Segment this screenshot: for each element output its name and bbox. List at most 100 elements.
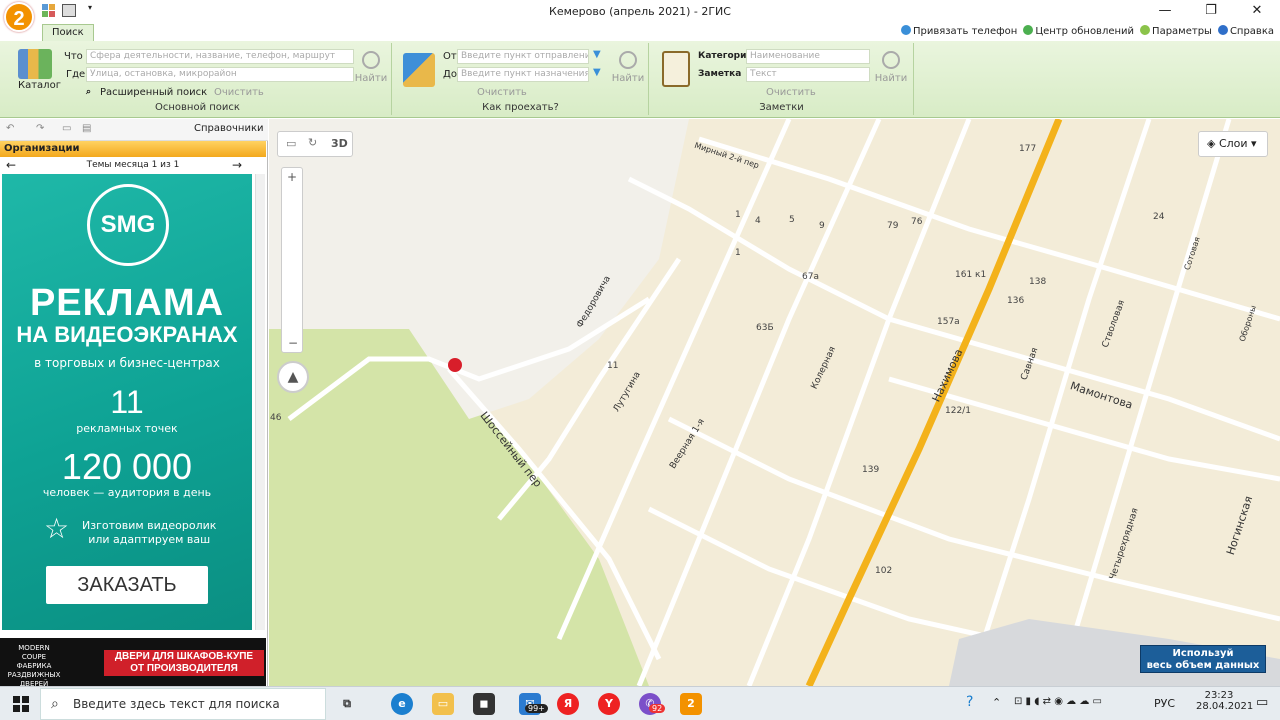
house-number: 122/1 bbox=[945, 406, 971, 416]
zoom-slider[interactable]: + − bbox=[281, 167, 303, 353]
2gis-taskbar-icon[interactable]: 2 bbox=[680, 693, 702, 715]
note-input[interactable]: Текст bbox=[746, 67, 870, 82]
print-list-icon[interactable]: ▤ bbox=[82, 123, 91, 134]
find-button-label: Найти bbox=[354, 73, 388, 84]
ad-num1: 11 bbox=[110, 384, 144, 420]
where-input[interactable]: Улица, остановка, микрорайон bbox=[86, 67, 354, 82]
sidebar-scrollbar[interactable] bbox=[255, 174, 265, 630]
banner-sub: ОТ ПРОИЗВОДИТЕЛЯ bbox=[130, 663, 238, 674]
ruler-icon[interactable]: ▭ bbox=[286, 137, 296, 150]
notifications-icon[interactable]: ▭ bbox=[1256, 695, 1268, 710]
zoom-out-icon[interactable]: − bbox=[288, 336, 298, 350]
clock-time: 23:23 bbox=[1204, 690, 1234, 701]
order-button[interactable]: ЗАКАЗАТЬ bbox=[46, 566, 208, 604]
notes-find-button[interactable]: Найти bbox=[874, 51, 908, 84]
location-marker bbox=[448, 358, 462, 372]
mail-badge: 99+ bbox=[525, 704, 548, 713]
zoom-in-icon[interactable]: + bbox=[287, 170, 297, 184]
map-view[interactable]: ▭ ↻ 3D + − ▲ ◈ Слои ▾ Используй весь объе… bbox=[269, 119, 1280, 686]
store-icon[interactable]: ◼ bbox=[473, 693, 495, 715]
promo-button[interactable]: Используй весь объем данных bbox=[1140, 645, 1266, 673]
search-icon bbox=[882, 51, 900, 69]
link-update-center-label: Центр обновлений bbox=[1035, 26, 1135, 37]
refresh-icon bbox=[1023, 25, 1034, 35]
house-number: 11 bbox=[607, 361, 619, 371]
close-button[interactable]: ✕ bbox=[1234, 0, 1280, 24]
ad-num2: 120 000 bbox=[61, 446, 193, 487]
windows-start-icon[interactable] bbox=[13, 696, 29, 712]
tray-up-icon[interactable]: ⌃ bbox=[992, 696, 1001, 709]
layers-label: Слои bbox=[1218, 137, 1248, 150]
notes-icon[interactable] bbox=[662, 51, 690, 87]
what-label: Что bbox=[64, 51, 83, 62]
tray-icons[interactable]: ⊡ ▮ ◖ ⇄ ◉ ☁ ☁ ▭ bbox=[1014, 696, 1102, 707]
search-icon bbox=[619, 51, 637, 69]
title-bar: 2 ▾ Кемерово (апрель 2021) - 2ГИС — ❐ ✕ bbox=[0, 0, 1280, 32]
layers-button[interactable]: ◈ Слои ▾ bbox=[1198, 131, 1268, 157]
sidebar: ↶ ↷ ▭ ▤ Справочники Организации ← Темы м… bbox=[0, 119, 268, 689]
clock[interactable]: 23:23 28.04.2021 bbox=[1196, 690, 1253, 712]
yandex-icon[interactable]: Y bbox=[598, 693, 620, 715]
route-find-label: Найти bbox=[611, 73, 645, 84]
app-logo[interactable]: 2 bbox=[4, 2, 34, 32]
link-settings-label: Параметры bbox=[1152, 26, 1212, 37]
help-icon bbox=[1217, 25, 1228, 35]
rotate-icon[interactable]: ↻ bbox=[308, 136, 317, 149]
minimize-button[interactable]: — bbox=[1142, 0, 1188, 24]
list-icon[interactable]: ▭ bbox=[62, 123, 71, 134]
directories-dropdown[interactable]: Справочники bbox=[194, 123, 264, 134]
file-explorer-icon[interactable]: ▭ bbox=[432, 693, 454, 715]
link-update-center[interactable]: Центр обновлений bbox=[1023, 25, 1134, 37]
window-title: Кемерово (апрель 2021) - 2ГИС bbox=[549, 5, 731, 18]
banner-brand: MODERN COUPE ФАБРИКА РАЗДВИЖНЫХ ДВЕРЕЙ bbox=[6, 644, 62, 689]
forward-icon[interactable]: ↷ bbox=[36, 123, 44, 134]
mode-3d-button[interactable]: 3D bbox=[331, 137, 348, 150]
tab-search[interactable]: Поиск bbox=[42, 24, 94, 42]
catalog-icon[interactable] bbox=[18, 49, 52, 79]
what-input[interactable]: Сфера деятельности, название, телефон, м… bbox=[86, 49, 354, 64]
group-basic-search-title: Основной поиск bbox=[155, 102, 240, 113]
category-select[interactable]: Наименование bbox=[746, 49, 870, 64]
category-label: Категория bbox=[698, 51, 753, 61]
link-bind-phone[interactable]: Привязать телефон bbox=[900, 25, 1017, 37]
language-indicator[interactable]: РУС bbox=[1154, 697, 1175, 710]
taskbar: ⌕ Введите здесь текст для поиска ⧉ e ▭ ◼… bbox=[0, 686, 1280, 720]
house-number: 138 bbox=[1029, 277, 1047, 287]
next-theme-icon[interactable]: → bbox=[232, 157, 242, 173]
ad-headline-2: НА ВИДЕОЭКРАНАХ bbox=[16, 322, 238, 347]
promo-line1: Используй bbox=[1172, 648, 1234, 659]
link-help[interactable]: Справка bbox=[1217, 25, 1274, 37]
find-button[interactable]: Найти bbox=[354, 51, 388, 84]
clear-notes-link[interactable]: Очистить bbox=[766, 87, 816, 98]
house-number: 5 bbox=[789, 215, 795, 225]
sidebar-toolbar: ↶ ↷ ▭ ▤ Справочники bbox=[0, 119, 268, 141]
clear-search-link[interactable]: Очистить bbox=[214, 87, 264, 98]
catalog-button[interactable]: Каталог bbox=[18, 80, 61, 91]
edge-icon[interactable]: e bbox=[391, 693, 413, 715]
yandex-browser-icon[interactable]: Я bbox=[557, 693, 579, 715]
gear-icon bbox=[1140, 25, 1151, 35]
task-view-icon[interactable]: ⧉ bbox=[336, 693, 358, 715]
house-number: 76 bbox=[911, 217, 923, 227]
help-tray-icon[interactable]: ? bbox=[966, 694, 973, 710]
group-notes-title: Заметки bbox=[759, 102, 804, 113]
route-find-button[interactable]: Найти bbox=[611, 51, 645, 84]
back-icon[interactable]: ↶ bbox=[6, 123, 14, 134]
pick-start-icon[interactable]: ▼ bbox=[593, 49, 601, 60]
viber-badge: 92 bbox=[649, 704, 666, 713]
from-input[interactable]: Введите пункт отправления bbox=[457, 49, 589, 64]
smg-ad[interactable]: SMG РЕКЛАМА НА ВИДЕОЭКРАНАХ в торговых и… bbox=[2, 174, 252, 630]
ad-num2-label: человек — аудитория в день bbox=[42, 486, 212, 499]
modern-coupe-banner[interactable]: MODERN COUPE ФАБРИКА РАЗДВИЖНЫХ ДВЕРЕЙ ДВ… bbox=[0, 638, 266, 689]
compass-icon[interactable]: ▲ bbox=[277, 361, 309, 393]
route-icon[interactable] bbox=[403, 53, 435, 87]
taskbar-search[interactable]: ⌕ Введите здесь текст для поиска bbox=[40, 688, 326, 720]
prev-theme-icon[interactable]: ← bbox=[6, 157, 16, 173]
advanced-search-link[interactable]: Расширенный поиск bbox=[100, 87, 207, 98]
pick-end-icon[interactable]: ▼ bbox=[593, 67, 601, 78]
clear-route-link[interactable]: Очистить bbox=[477, 87, 527, 98]
to-input[interactable]: Введите пункт назначения bbox=[457, 67, 589, 82]
house-number: 157а bbox=[937, 317, 960, 327]
maximize-button[interactable]: ❐ bbox=[1188, 0, 1234, 24]
link-settings[interactable]: Параметры bbox=[1140, 25, 1212, 37]
